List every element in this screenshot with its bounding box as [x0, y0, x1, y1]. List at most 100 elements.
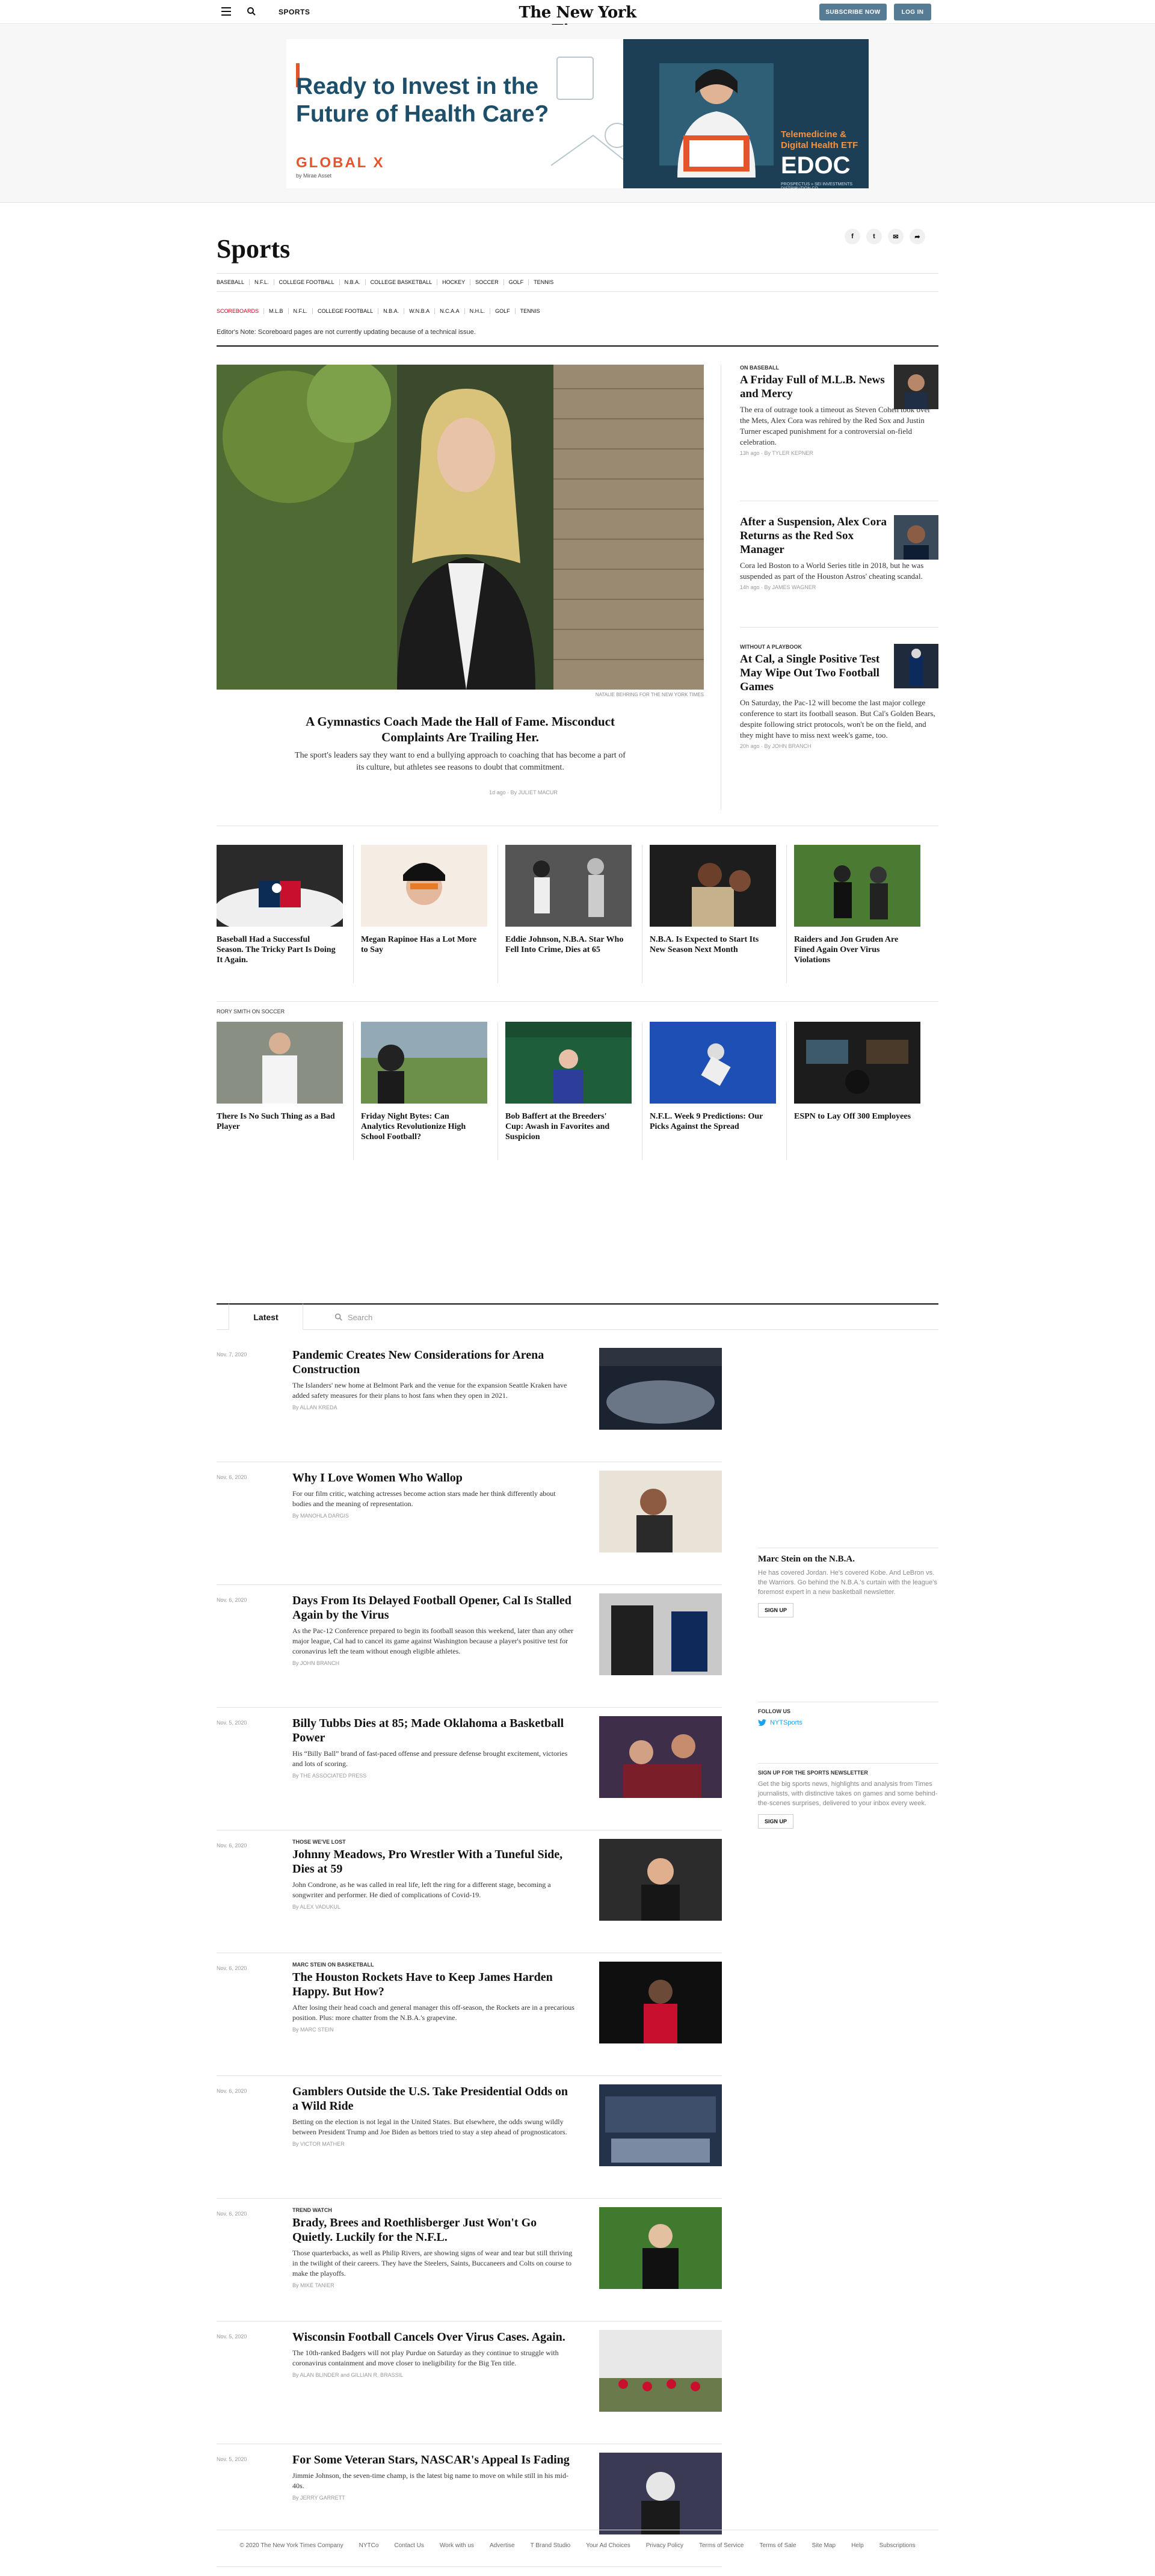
- scoreboard-nav-item[interactable]: N.F.L.: [288, 308, 313, 314]
- story-image[interactable]: [505, 1022, 632, 1104]
- section-nav-item[interactable]: COLLEGE BASKETBALL: [365, 279, 437, 285]
- section-nav-item[interactable]: GOLF: [503, 279, 529, 285]
- ad-prospectus-link[interactable]: PROSPECTUS » SEI INVESTMENTS DISTRIBUTIO…: [781, 182, 859, 188]
- item-headline[interactable]: Pandemic Creates New Considerations for …: [292, 1348, 575, 1377]
- story-card[interactable]: Eddie Johnson, N.B.A. Star Who Fell Into…: [505, 845, 650, 983]
- section-nav-item[interactable]: COLLEGE FOOTBALL: [273, 279, 339, 285]
- footer-link[interactable]: Contact Us: [394, 2542, 424, 2549]
- subscribe-button[interactable]: SUBSCRIBE NOW: [819, 4, 887, 20]
- story-headline[interactable]: Megan Rapinoe Has a Lot More to Say: [361, 934, 481, 955]
- footer-link[interactable]: Terms of Sale: [759, 2542, 796, 2549]
- footer-link[interactable]: Terms of Service: [699, 2542, 744, 2549]
- story-card[interactable]: There Is No Such Thing as a Bad Player: [217, 1022, 361, 1160]
- story-headline[interactable]: N.B.A. Is Expected to Start Its New Seas…: [650, 934, 770, 955]
- story-card[interactable]: Megan Rapinoe Has a Lot More to Say: [361, 845, 505, 983]
- footer-link[interactable]: Work with us: [440, 2542, 474, 2549]
- footer-link[interactable]: Help: [851, 2542, 864, 2549]
- story-card[interactable]: Bob Baffert at the Breeders' Cup: Awash …: [505, 1022, 650, 1160]
- item-image[interactable]: [599, 2453, 722, 2534]
- item-headline[interactable]: Brady, Brees and Roethlisberger Just Won…: [292, 2216, 575, 2244]
- side-story[interactable]: ON BASEBALL A Friday Full of M.L.B. News…: [740, 365, 938, 456]
- footer-link[interactable]: Subscriptions: [879, 2542, 916, 2549]
- story-card[interactable]: Raiders and Jon Gruden Are Fined Again O…: [794, 845, 938, 965]
- story-image[interactable]: [217, 1022, 343, 1104]
- scoreboard-nav-item[interactable]: M.L.B: [263, 308, 288, 314]
- scoreboard-nav-item[interactable]: TENNIS: [514, 308, 545, 314]
- scoreboard-nav-item[interactable]: N.B.A.: [378, 308, 404, 314]
- signup-button[interactable]: SIGN UP: [758, 1603, 794, 1617]
- section-nav-item[interactable]: TENNIS: [528, 279, 558, 285]
- story-card[interactable]: ESPN to Lay Off 300 Employees: [794, 1022, 938, 1142]
- footer-link[interactable]: T Brand Studio: [531, 2542, 571, 2549]
- stream-item[interactable]: Nov. 6, 2020 Why I Love Women Who Wallop…: [217, 1471, 722, 1585]
- story-headline[interactable]: At Cal, a Single Positive Test May Wipe …: [740, 652, 890, 694]
- footer-link[interactable]: Privacy Policy: [646, 2542, 683, 2549]
- scoreboard-nav-item[interactable]: N.C.A.A: [434, 308, 464, 314]
- twitter-follow[interactable]: NYTSports: [758, 1719, 938, 1726]
- side-story[interactable]: After a Suspension, Alex Cora Returns as…: [740, 515, 938, 590]
- scoreboard-nav-item[interactable]: W.N.B.A: [404, 308, 434, 314]
- story-headline[interactable]: A Friday Full of M.L.B. News and Mercy: [740, 373, 890, 401]
- tab-latest[interactable]: Latest: [229, 1303, 303, 1330]
- stream-item[interactable]: Nov. 7, 2020 Pandemic Creates New Consid…: [217, 1348, 722, 1462]
- item-headline[interactable]: The Houston Rockets Have to Keep James H…: [292, 1970, 575, 1999]
- lead-headline[interactable]: A Gymnastics Coach Made the Hall of Fame…: [277, 714, 644, 745]
- login-button[interactable]: LOG IN: [894, 4, 931, 20]
- item-image[interactable]: [599, 1716, 722, 1798]
- story-headline[interactable]: There Is No Such Thing as a Bad Player: [217, 1111, 337, 1132]
- item-image[interactable]: [599, 1348, 722, 1430]
- share-icon[interactable]: ➦: [910, 229, 925, 244]
- section-nav-item[interactable]: HOCKEY: [437, 279, 470, 285]
- footer-link[interactable]: Site Map: [812, 2542, 836, 2549]
- story-thumbnail[interactable]: [894, 365, 938, 409]
- search-icon[interactable]: [247, 7, 256, 16]
- footer-link[interactable]: Your Ad Choices: [586, 2542, 630, 2549]
- item-headline[interactable]: Gamblers Outside the U.S. Take President…: [292, 2084, 575, 2113]
- promo-title[interactable]: Marc Stein on the N.B.A.: [758, 1554, 938, 1564]
- section-nav-item[interactable]: N.F.L.: [249, 279, 274, 285]
- item-image[interactable]: [599, 2330, 722, 2412]
- section-nav-item[interactable]: N.B.A.: [339, 279, 365, 285]
- side-story[interactable]: WITHOUT A PLAYBOOK At Cal, a Single Posi…: [740, 644, 938, 749]
- story-headline[interactable]: ESPN to Lay Off 300 Employees: [794, 1111, 914, 1122]
- stream-item[interactable]: Nov. 5, 2020 Wisconsin Football Cancels …: [217, 2330, 722, 2444]
- advertisement[interactable]: Ready to Invest in the Future of Health …: [286, 39, 869, 188]
- item-headline[interactable]: Johnny Meadows, Pro Wrestler With a Tune…: [292, 1847, 575, 1876]
- scoreboard-nav-item[interactable]: N.H.L.: [464, 308, 490, 314]
- item-image[interactable]: [599, 2207, 722, 2289]
- section-label[interactable]: SPORTS: [279, 8, 310, 16]
- story-headline[interactable]: N.F.L. Week 9 Predictions: Our Picks Aga…: [650, 1111, 770, 1132]
- story-image[interactable]: [505, 845, 632, 927]
- signup-button[interactable]: SIGN UP: [758, 1814, 794, 1829]
- footer-link[interactable]: NYTCo: [359, 2542, 379, 2549]
- stream-item[interactable]: Nov. 6, 2020 MARC STEIN ON BASKETBALL Th…: [217, 1962, 722, 2076]
- story-image[interactable]: [650, 845, 776, 927]
- story-headline[interactable]: Raiders and Jon Gruden Are Fined Again O…: [794, 934, 914, 965]
- story-thumbnail[interactable]: [894, 644, 938, 688]
- search-input[interactable]: Search: [334, 1308, 936, 1326]
- stream-item[interactable]: Nov. 6, 2020 Gamblers Outside the U.S. T…: [217, 2084, 722, 2199]
- facebook-icon[interactable]: f: [845, 229, 860, 244]
- stream-item[interactable]: Nov. 5, 2020 Billy Tubbs Dies at 85; Mad…: [217, 1716, 722, 1830]
- story-image[interactable]: [794, 1022, 920, 1104]
- story-card[interactable]: Baseball Had a Successful Season. The Tr…: [214, 845, 361, 983]
- item-headline[interactable]: Wisconsin Football Cancels Over Virus Ca…: [292, 2330, 575, 2344]
- item-headline[interactable]: Why I Love Women Who Wallop: [292, 1471, 575, 1485]
- section-nav-item[interactable]: BASEBALL: [217, 279, 249, 285]
- item-image[interactable]: [599, 1593, 722, 1675]
- twitter-icon[interactable]: t: [866, 229, 882, 244]
- stream-item[interactable]: Nov. 6, 2020 Days From Its Delayed Footb…: [217, 1593, 722, 1708]
- scoreboard-nav-item[interactable]: COLLEGE FOOTBALL: [312, 308, 378, 314]
- story-headline[interactable]: After a Suspension, Alex Cora Returns as…: [740, 515, 890, 557]
- stream-item[interactable]: Nov. 6, 2020 TREND WATCH Brady, Brees an…: [217, 2207, 722, 2321]
- story-headline[interactable]: Bob Baffert at the Breeders' Cup: Awash …: [505, 1111, 626, 1142]
- story-image[interactable]: [794, 845, 920, 927]
- story-image[interactable]: [361, 1022, 487, 1104]
- stream-item[interactable]: Nov. 6, 2020 THOSE WE'VE LOST Johnny Mea…: [217, 1839, 722, 1953]
- story-image[interactable]: [361, 845, 487, 927]
- story-card[interactable]: Friday Night Bytes: Can Analytics Revolu…: [361, 1022, 505, 1160]
- email-icon[interactable]: ✉: [888, 229, 904, 244]
- scoreboard-nav-item[interactable]: GOLF: [490, 308, 515, 314]
- story-thumbnail[interactable]: [894, 515, 938, 560]
- footer-link[interactable]: Advertise: [490, 2542, 515, 2549]
